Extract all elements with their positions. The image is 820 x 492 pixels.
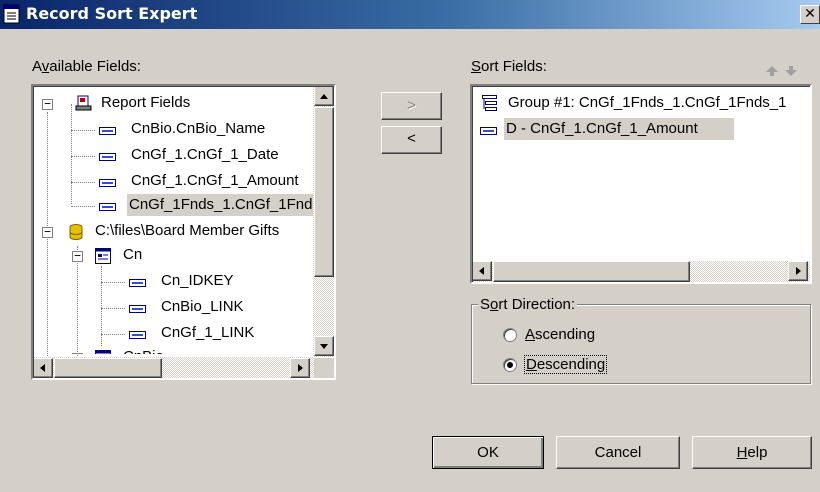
tree-item-table[interactable]: + CnBio (33, 346, 313, 354)
collapse-icon[interactable]: − (72, 250, 83, 262)
ascending-radio[interactable] (503, 328, 517, 342)
window-title: Record Sort Expert (26, 4, 198, 23)
tree-item-field[interactable]: CnGf_1.CnGf_1_Date (33, 144, 313, 168)
available-fields-tree[interactable]: − Report Fields CnBio.CnBio_Name CnGf_1.… (31, 84, 336, 380)
collapse-icon[interactable]: − (42, 98, 53, 110)
add-field-button[interactable]: > (381, 92, 442, 120)
arrow-right-icon (796, 267, 801, 275)
report-fields-icon (75, 95, 92, 111)
tree-item-field[interactable]: CnBio_LINK (33, 296, 313, 320)
tree-item-field[interactable]: CnGf_1.CnGf_1_Amount (33, 170, 313, 194)
document-icon (3, 4, 20, 24)
ascending-label: Ascending (525, 326, 596, 343)
close-icon: ✕ (804, 6, 816, 22)
tree-item-database[interactable]: − C:\files\Board Member Gifts (33, 220, 313, 244)
expand-icon[interactable]: + (72, 352, 83, 354)
sort-direction-group (471, 304, 811, 384)
sort-item-group[interactable]: Group #1: CnGf_1Fnds_1.CnGf_1Fnds_1 (476, 92, 810, 116)
horizontal-scroll-thumb[interactable] (54, 358, 162, 378)
scroll-left-button[interactable] (472, 261, 492, 281)
sort-fields-label: Sort Fields: (471, 58, 547, 75)
scrollbar-corner (314, 358, 334, 378)
descending-label: Descending (523, 355, 608, 374)
collapse-icon[interactable]: − (42, 226, 53, 238)
table-icon (95, 248, 111, 264)
field-icon (129, 305, 146, 313)
vertical-scroll-thumb[interactable] (314, 107, 334, 277)
ok-button[interactable]: OK (432, 436, 544, 469)
move-up-icon[interactable] (765, 65, 779, 77)
field-icon (129, 279, 146, 287)
database-icon (69, 224, 83, 240)
arrow-left-icon (479, 267, 484, 275)
arrow-down-icon (320, 344, 328, 349)
scroll-left-button[interactable] (33, 358, 53, 378)
field-icon (99, 203, 116, 211)
group-icon (482, 95, 497, 111)
arrow-up-icon (320, 94, 328, 99)
table-icon (95, 350, 111, 354)
field-icon (99, 179, 116, 187)
tree-item-report-fields[interactable]: − Report Fields (33, 92, 313, 116)
descending-radio[interactable] (503, 358, 517, 372)
tree-item-field-selected[interactable]: CnGf_1Fnds_1.CnGf_1Fnds_1 (33, 194, 313, 218)
cancel-button[interactable]: Cancel (556, 436, 680, 469)
scroll-up-button[interactable] (314, 86, 334, 106)
arrow-left-icon (40, 364, 45, 372)
move-down-icon[interactable] (784, 65, 798, 77)
field-icon (99, 153, 116, 161)
help-button[interactable]: Help (692, 436, 812, 469)
arrow-right-icon (298, 364, 303, 372)
scroll-right-button[interactable] (788, 261, 808, 281)
tree-item-table[interactable]: − Cn (33, 244, 313, 268)
field-icon (99, 127, 116, 135)
close-button[interactable]: ✕ (800, 5, 820, 24)
field-icon (129, 331, 146, 339)
sort-fields-list[interactable]: Group #1: CnGf_1Fnds_1.CnGf_1Fnds_1 D - … (470, 84, 812, 284)
title-bar[interactable]: Record Sort Expert ✕ (0, 0, 820, 29)
sort-item-field-selected[interactable]: D - CnGf_1.CnGf_1_Amount (476, 118, 810, 142)
scroll-down-button[interactable] (314, 336, 334, 356)
tree-item-field[interactable]: CnGf_1_LINK (33, 322, 313, 346)
sort-direction-label: Sort Direction: (478, 296, 578, 313)
remove-field-button[interactable]: < (381, 126, 442, 154)
available-fields-label: Available Fields: (32, 58, 141, 75)
tree-item-field[interactable]: Cn_IDKEY (33, 270, 313, 294)
tree-item-field[interactable]: CnBio.CnBio_Name (33, 118, 313, 142)
scroll-right-button[interactable] (290, 358, 310, 378)
horizontal-scroll-thumb[interactable] (493, 261, 690, 282)
field-icon (480, 127, 497, 135)
